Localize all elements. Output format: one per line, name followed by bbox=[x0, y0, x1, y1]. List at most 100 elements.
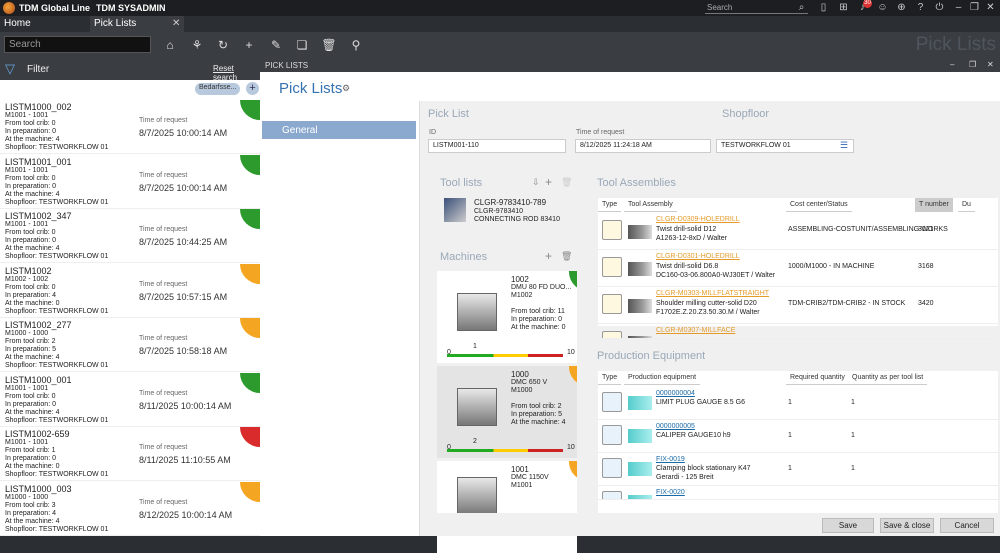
delete-tool-list-icon[interactable]: 🗑 bbox=[561, 177, 572, 188]
grid-header[interactable]: Required quantity bbox=[786, 371, 849, 385]
window-minimize-icon[interactable]: – bbox=[950, 60, 954, 69]
nav-general[interactable]: General bbox=[262, 121, 416, 139]
list-item-time: 8/7/2025 10:58:18 AM bbox=[139, 346, 228, 356]
list-item[interactable]: LISTM1002-659 M1001 - 1001 From tool crib:… bbox=[0, 427, 260, 481]
bell-icon[interactable]: ♪ 30 bbox=[857, 0, 872, 13]
list-item[interactable]: LISTM1002 M1002 - 1002 From tool crib: 0 In… bbox=[0, 263, 260, 318]
grid-header[interactable]: Production equipment bbox=[624, 371, 701, 385]
table-row[interactable]: FIX-0019 Clamping block stationary K47 Ger… bbox=[598, 453, 998, 486]
add-machine-icon[interactable]: + bbox=[545, 249, 552, 263]
table-row[interactable]: CLGR-M0303-MILLFLATSTRAIGHT Shoulder mill… bbox=[598, 288, 998, 324]
grid-header[interactable]: Tool Assembly bbox=[624, 198, 677, 212]
equipment-link[interactable]: 0000000005 bbox=[656, 423, 695, 430]
window-restore-icon[interactable]: ❐ bbox=[969, 60, 976, 69]
broom-icon[interactable]: ⚲ bbox=[348, 37, 364, 53]
equipment-link[interactable]: FIX-0019 bbox=[656, 456, 685, 463]
machine-card[interactable]: 1000 DMC 650 V M1000 From tool crib: 2 In pr… bbox=[437, 366, 577, 458]
tab-home[interactable]: Home bbox=[0, 16, 90, 32]
list-item-line: At the machine: 4 bbox=[5, 354, 60, 361]
assembly-link[interactable]: CLGR-D0301-HOLEDRILL bbox=[656, 253, 740, 260]
tab-pick-lists[interactable]: Pick Lists bbox=[90, 16, 184, 32]
list-item-line: M1001 - 1001 bbox=[5, 112, 49, 119]
edit-icon[interactable]: ✎ bbox=[268, 37, 284, 53]
add-tool-list-icon[interactable]: + bbox=[545, 175, 552, 189]
list-item-details: M1001 - 1001 From tool crib: 0 In preparat… bbox=[5, 167, 108, 207]
equipment-thumbnail bbox=[628, 462, 652, 476]
filter-icon[interactable]: ▽ bbox=[5, 61, 15, 77]
equipment-link[interactable]: 0000000004 bbox=[656, 390, 695, 397]
table-row[interactable]: FIX-0020 bbox=[598, 486, 998, 500]
delete-machine-icon[interactable]: 🗑 bbox=[561, 251, 572, 262]
add-filter-button[interactable]: + bbox=[246, 82, 259, 95]
cart-icon[interactable]: ⊞ bbox=[838, 2, 849, 13]
list-item[interactable]: LISTM1000_001 M1001 - 1001 From tool crib:… bbox=[0, 372, 260, 427]
clipboard-icon[interactable]: ▯ bbox=[818, 2, 829, 13]
close-icon[interactable]: ✕ bbox=[985, 2, 996, 13]
save-button[interactable]: Save bbox=[822, 518, 874, 533]
tree-icon[interactable]: ⚘ bbox=[189, 37, 205, 53]
tool-list-card[interactable]: CLGR-9783410-789 CLGR-9783410 CONNECTING… bbox=[438, 196, 568, 228]
assembly-link[interactable]: CLGR-M0303-MILLFLATSTRAIGHT bbox=[656, 290, 769, 297]
list-item-line: Shopfloor: TESTWORKFLOW 01 bbox=[5, 307, 109, 315]
list-item[interactable]: LISTM1002_347 M1001 - 1001 From tool crib:… bbox=[0, 209, 260, 263]
grid-header[interactable]: T number bbox=[915, 198, 953, 212]
list-icon[interactable]: ☰ bbox=[840, 140, 848, 151]
list-item[interactable]: LISTM1002_277 M1000 - 1000 From tool crib:… bbox=[0, 318, 260, 372]
export-icon[interactable]: ⇩ bbox=[532, 177, 540, 188]
window-close-icon[interactable]: ✕ bbox=[987, 60, 994, 69]
pick-lists-window: Pick Lists ⚙ General Pick List Shopfloor… bbox=[260, 72, 1000, 553]
list-item-line: M1000 - 1000 bbox=[5, 493, 49, 501]
save-close-button[interactable]: Save & close bbox=[880, 518, 934, 533]
copy-icon[interactable]: ❏ bbox=[294, 37, 310, 53]
bar-mark: 1 bbox=[473, 343, 477, 350]
table-row[interactable]: CLGR-D0309-HOLEDRILL Twist drill-solid D1… bbox=[598, 214, 998, 250]
machine-card[interactable]: 1001 DMC 1150V M1001 bbox=[437, 461, 577, 553]
home-icon[interactable]: ⌂ bbox=[162, 37, 178, 53]
list-item[interactable]: LISTM1001_001 M1001 - 1001 From tool crib:… bbox=[0, 154, 260, 209]
machine-progress-bar bbox=[447, 354, 563, 357]
table-row[interactable]: CLGR-M0307-MILLFACE bbox=[598, 325, 998, 339]
machine-card[interactable]: 1002 DMU 80 FD DUO... M1002 From tool crib:… bbox=[437, 271, 577, 363]
table-row[interactable]: 0000000005 CALIPER GAUGE10 h9 1 1 bbox=[598, 420, 998, 453]
grid-header[interactable]: Du bbox=[958, 198, 975, 212]
machine-prep: In preparation: 0 bbox=[511, 316, 562, 323]
grid-header[interactable]: Type bbox=[598, 371, 622, 385]
bar-min: 0 bbox=[447, 444, 451, 451]
minimize-icon[interactable]: – bbox=[953, 2, 964, 13]
assembly-link[interactable]: CLGR-M0307-MILLFACE bbox=[656, 327, 735, 334]
delete-icon[interactable]: 🗑 bbox=[321, 37, 337, 53]
help-icon[interactable]: ? bbox=[915, 2, 926, 13]
list-item[interactable]: LISTM1000_002 M1001 - 1001 From tool crib:… bbox=[0, 100, 260, 154]
equipment-link[interactable]: FIX-0020 bbox=[656, 489, 685, 496]
list-item-line: At the machine: 4 bbox=[5, 517, 60, 525]
grid-header[interactable]: Cost center/Status bbox=[786, 198, 852, 212]
tool-lists-heading: Tool lists bbox=[440, 177, 483, 189]
list-item-name: LISTM1000_002 bbox=[5, 102, 72, 112]
add-icon[interactable]: + bbox=[241, 37, 257, 53]
grid-header[interactable]: Type bbox=[598, 198, 622, 212]
table-row[interactable]: CLGR-D0301-HOLEDRILL Twist drill-solid D6… bbox=[598, 251, 998, 287]
restore-icon[interactable]: ❐ bbox=[969, 2, 980, 13]
main-search-input[interactable]: Search bbox=[4, 36, 151, 53]
search-icon[interactable]: ⌕ bbox=[796, 2, 807, 13]
machine-name: DMC 650 V bbox=[511, 379, 548, 386]
assembly-link[interactable]: CLGR-D0309-HOLEDRILL bbox=[656, 216, 740, 223]
globe-icon[interactable]: ⊕ bbox=[896, 2, 907, 13]
settings-icon[interactable]: ⚙ bbox=[342, 83, 350, 94]
user-icon[interactable]: ☺ bbox=[877, 2, 888, 13]
time-field[interactable]: 8/12/2025 11:24:18 AM bbox=[575, 139, 711, 153]
global-search-input[interactable]: Search bbox=[705, 1, 808, 14]
tab-close-icon[interactable]: ✕ bbox=[172, 18, 180, 29]
shopfloor-field[interactable]: TESTWORKFLOW 01 bbox=[716, 139, 854, 153]
grid-header[interactable]: Quantity as per tool list bbox=[848, 371, 928, 385]
table-row[interactable]: 0000000004 LIMIT PLUG GAUGE 8.5 G6 1 1 bbox=[598, 387, 998, 420]
assembly-maker: DC160-03-06.800A0-WJ30ET / Walter bbox=[656, 272, 776, 279]
assembly-thumbnail bbox=[628, 225, 652, 239]
refresh-icon[interactable]: ↻ bbox=[215, 37, 231, 53]
power-icon[interactable]: ⏻ bbox=[934, 2, 945, 13]
list-item[interactable]: LISTM1000_003 M1000 - 1000 From tool crib:… bbox=[0, 481, 260, 536]
id-field[interactable]: LISTM001-110 bbox=[428, 139, 566, 153]
footer: Save Save & close Cancel bbox=[420, 513, 1000, 536]
filter-chip[interactable]: Bedarfsse... bbox=[195, 83, 240, 95]
cancel-button[interactable]: Cancel bbox=[940, 518, 994, 533]
